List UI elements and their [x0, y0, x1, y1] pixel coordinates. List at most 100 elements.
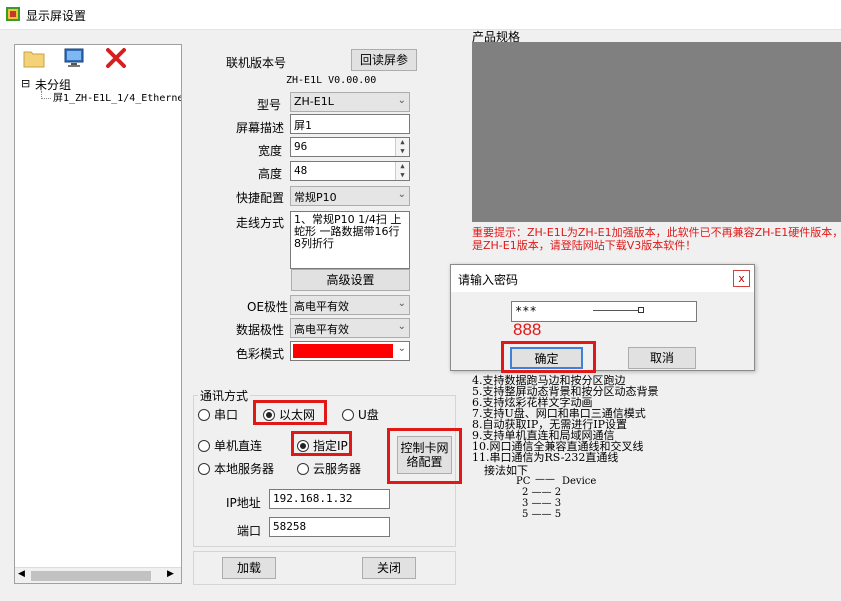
tree-horizontal-scrollbar[interactable]: ◀ ▶	[15, 567, 181, 583]
password-input[interactable]: ***	[511, 301, 697, 322]
quick-config-select[interactable]: 常规P10 ⌄	[290, 186, 410, 206]
height-spinner[interactable]: 48 ▲ ▼	[290, 161, 410, 181]
spec-feature-list: 4.支持数据跑马边和按分区跑边 5.支持整屏动态背景和按分区动态背景 6.支持炫彩花…	[472, 375, 832, 463]
oe-polarity-select[interactable]: 高电平有效 ⌄	[290, 295, 410, 315]
delete-x-icon[interactable]	[105, 48, 127, 68]
radio-fixed-ip-label: 指定IP	[313, 439, 348, 453]
chevron-down-icon: ⌄	[397, 343, 406, 354]
color-swatch	[293, 344, 393, 358]
window-title: 显示屏设置	[26, 9, 87, 23]
model-value: ZH-E1L	[294, 95, 334, 108]
screen-tree-panel: ⊟ 未分组 屏1_ZH-E1L_1/4_Etherne ◀ ▶	[14, 44, 182, 584]
radio-circle-icon	[342, 409, 354, 421]
chevron-down-icon: ⌄	[397, 321, 406, 332]
color-mode-label: 色彩模式	[236, 347, 285, 361]
radio-cloud-server[interactable]: 云服务器	[297, 460, 361, 477]
port-input[interactable]: 58258	[269, 517, 390, 537]
radio-circle-icon	[198, 440, 210, 452]
radio-cloud-server-label: 云服务器	[313, 462, 362, 476]
scrollbar-thumb[interactable]	[31, 571, 151, 581]
radio-udisk[interactable]: U盘	[342, 406, 379, 423]
radio-circle-icon	[198, 409, 210, 421]
chevron-down-icon: ⌄	[397, 189, 406, 200]
width-label: 宽度	[258, 144, 283, 158]
folder-icon[interactable]	[23, 48, 45, 68]
radio-fixed-ip[interactable]: 指定IP	[297, 437, 348, 454]
radio-checked-icon	[297, 440, 309, 452]
wiring-row: 3 —— 3	[522, 498, 562, 509]
height-label: 高度	[258, 167, 283, 181]
radio-serial[interactable]: 串口	[198, 406, 238, 423]
screen-desc-input[interactable]: 屏1	[290, 114, 410, 134]
spinner-arrows-icon[interactable]: ▲ ▼	[395, 138, 409, 156]
width-spinner[interactable]: 96 ▲ ▼	[290, 137, 410, 157]
height-value: 48	[294, 164, 308, 177]
version-label: 联机版本号	[226, 56, 287, 70]
annotation-888: 888	[513, 320, 542, 339]
quick-config-value: 常规P10	[294, 191, 337, 204]
radio-direct[interactable]: 单机直连	[198, 437, 262, 454]
spec-feature-item: 11.串口通信为RS-232直通线	[472, 451, 619, 464]
desc-label: 屏幕描述	[236, 121, 285, 135]
app-icon	[6, 7, 20, 21]
radio-udisk-label: U盘	[358, 408, 379, 422]
width-value: 96	[294, 140, 308, 153]
monitor-icon[interactable]	[63, 48, 85, 68]
scroll-right-arrow-icon[interactable]: ▶	[167, 569, 174, 579]
close-button[interactable]: 关闭	[362, 557, 416, 579]
spinner-arrows-icon[interactable]: ▲ ▼	[395, 162, 409, 180]
preview-area	[472, 42, 841, 222]
tree-expand-toggle[interactable]: ⊟	[21, 77, 30, 90]
title-bar: 显示屏设置	[0, 0, 841, 30]
scroll-left-arrow-icon[interactable]: ◀	[18, 569, 25, 579]
routing-textarea[interactable]: 1、常规P10 1/4扫 上蛇形 一路数据带16行8列折行	[290, 211, 410, 269]
radio-checked-icon	[263, 409, 275, 421]
port-label: 端口	[237, 524, 262, 538]
ip-label: IP地址	[226, 496, 261, 510]
oe-polarity-label: OE极性	[247, 300, 289, 314]
model-select[interactable]: ZH-E1L ⌄	[290, 92, 410, 112]
quick-config-label: 快捷配置	[236, 191, 285, 205]
radio-local-server-label: 本地服务器	[214, 462, 275, 476]
password-caret-line	[593, 310, 643, 311]
netcard-config-button[interactable]: 控制卡网络配置	[397, 436, 452, 474]
routing-label: 走线方式	[236, 216, 285, 230]
password-dialog: 请输入密码 x *** 888 确定 取消	[450, 264, 755, 373]
ok-button[interactable]: 确定	[510, 347, 583, 369]
radio-circle-icon	[297, 463, 309, 475]
wiring-title: 接法如下	[484, 464, 528, 477]
chevron-down-icon: ⌄	[397, 298, 406, 309]
model-label: 型号	[257, 98, 282, 112]
chevron-down-icon: ⌄	[397, 95, 406, 106]
dialog-title: 请输入密码	[458, 273, 519, 287]
radio-local-server[interactable]: 本地服务器	[198, 460, 274, 477]
color-mode-select[interactable]: ⌄	[290, 341, 410, 361]
close-icon[interactable]: x	[733, 270, 750, 287]
ip-address-input[interactable]: 192.168.1.32	[269, 489, 390, 509]
load-button[interactable]: 加载	[222, 557, 276, 579]
dialog-body: *** 888 确定 取消	[451, 292, 754, 373]
data-polarity-value: 高电平有效	[294, 323, 349, 336]
wiring-header-pc: PC	[516, 476, 531, 487]
oe-polarity-value: 高电平有效	[294, 300, 349, 313]
wiring-row: 5 —— 5	[522, 509, 562, 520]
caret-handle-icon	[638, 307, 644, 313]
wiring-header-line: ——	[535, 474, 555, 485]
advanced-settings-button[interactable]: 高级设置	[291, 269, 410, 291]
radio-serial-label: 串口	[214, 408, 239, 422]
spec-notice-line2: 是ZH-E1版本，请登陆网站下载V3版本软件！	[472, 239, 697, 252]
radio-circle-icon	[198, 463, 210, 475]
wiring-header-device: Device	[562, 476, 597, 487]
cancel-button[interactable]: 取消	[628, 347, 696, 369]
wiring-list: 2 —— 23 —— 35 —— 5	[522, 487, 561, 520]
data-polarity-label: 数据极性	[236, 323, 285, 337]
wiring-row: 2 —— 2	[522, 487, 562, 498]
radio-direct-label: 单机直连	[214, 439, 263, 453]
version-value: ZH-E1L V0.00.00	[286, 75, 377, 86]
readback-params-button[interactable]: 回读屏参	[351, 49, 417, 71]
data-polarity-select[interactable]: 高电平有效 ⌄	[290, 318, 410, 338]
radio-ethernet[interactable]: 以太网	[263, 406, 315, 423]
comm-group-label: 通讯方式	[198, 387, 251, 404]
tree-item-screen1[interactable]: 屏1_ZH-E1L_1/4_Etherne	[53, 89, 181, 104]
tree-connector	[41, 91, 51, 99]
